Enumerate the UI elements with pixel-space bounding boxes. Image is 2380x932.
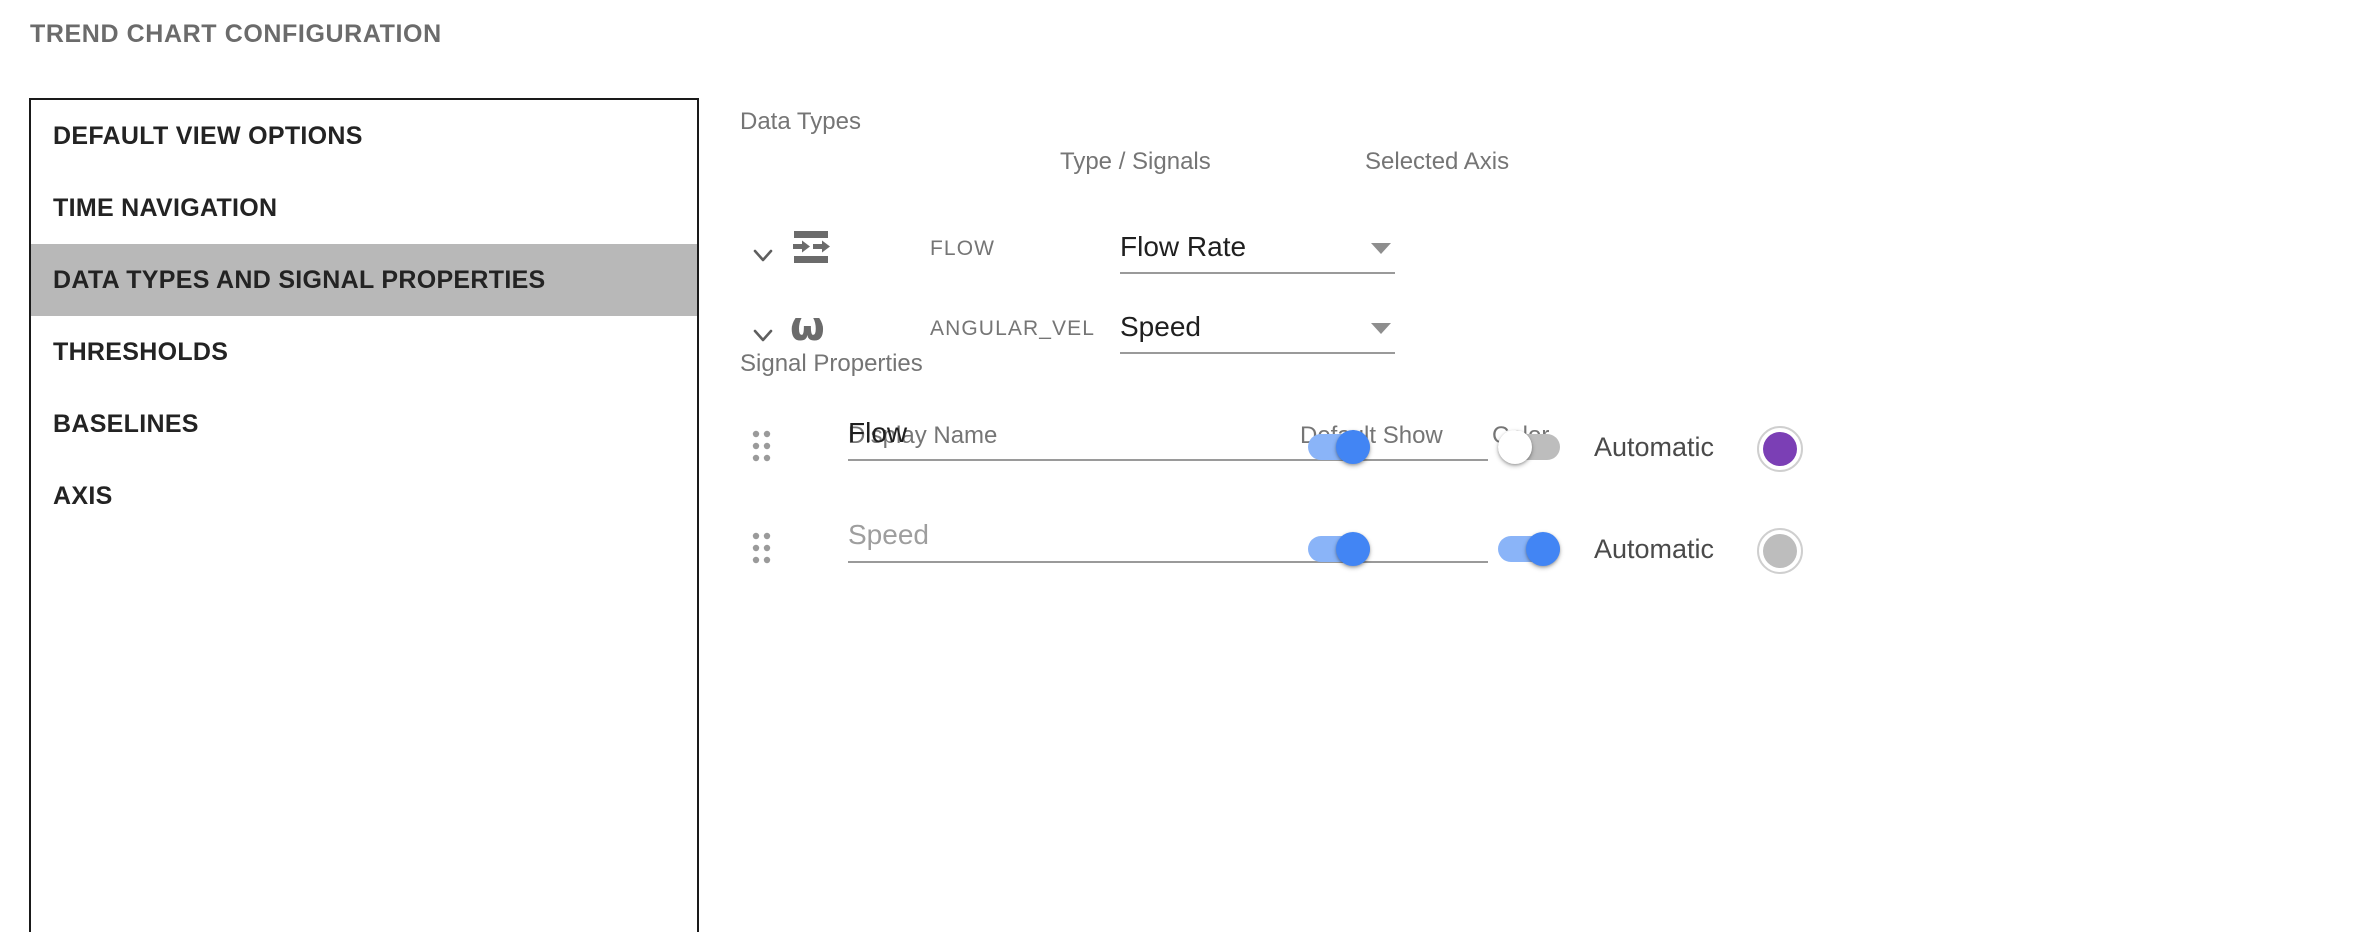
sidebar-item-label: THRESHOLDS [53, 337, 229, 366]
selected-axis-value: Flow Rate [1120, 231, 1247, 262]
default-show-toggle-speed[interactable] [1308, 532, 1370, 566]
color-swatch-speed[interactable] [1757, 528, 1803, 574]
toggle-knob [1498, 430, 1532, 464]
flow-icon [790, 226, 836, 272]
sidebar-item-time-navigation[interactable]: TIME NAVIGATION [31, 172, 697, 244]
signal-row: Flow Automatic [740, 408, 2380, 508]
selected-axis-value: Speed [1120, 311, 1201, 342]
display-name-value: Flow [848, 417, 908, 448]
sidebar-item-label: BASELINES [53, 409, 199, 438]
sidebar-item-data-types-and-signal-properties[interactable]: DATA TYPES AND SIGNAL PROPERTIES [31, 244, 697, 316]
selected-axis-select-flow[interactable]: Flow Rate [1120, 230, 1395, 274]
toggle-knob [1336, 532, 1370, 566]
chevron-down-icon [1371, 243, 1391, 254]
signal-row: Speed Automatic [740, 510, 2380, 610]
settings-content-pane: Data Types Type / Signals Selected Axis … [740, 0, 2380, 932]
data-types-section-label: Data Types [740, 108, 861, 135]
chevron-down-icon[interactable] [750, 322, 776, 348]
column-header-type-signals: Type / Signals [1060, 148, 1211, 175]
sidebar-item-label: DEFAULT VIEW OPTIONS [53, 121, 363, 150]
omega-glyph: ω [790, 304, 825, 350]
toggle-knob [1526, 532, 1560, 566]
column-header-selected-axis: Selected Axis [1365, 148, 1510, 175]
color-swatch-flow[interactable] [1757, 426, 1803, 472]
sidebar-item-label: AXIS [53, 481, 113, 510]
toggle-knob [1336, 430, 1370, 464]
sidebar-item-baselines[interactable]: BASELINES [31, 388, 697, 460]
sidebar-item-label: DATA TYPES AND SIGNAL PROPERTIES [53, 265, 546, 294]
default-show-toggle-flow[interactable] [1308, 430, 1370, 464]
color-automatic-toggle-speed[interactable] [1498, 532, 1560, 566]
color-automatic-toggle-flow[interactable] [1498, 430, 1560, 464]
display-name-input-speed[interactable]: Speed [848, 518, 1488, 563]
omega-icon: ω [790, 306, 836, 352]
sidebar-item-thresholds[interactable]: THRESHOLDS [31, 316, 697, 388]
selected-axis-select-angular-vel[interactable]: Speed [1120, 310, 1395, 354]
sidebar-item-axis[interactable]: AXIS [31, 460, 697, 532]
data-type-row: FLOW Flow Rate [740, 218, 2380, 308]
color-automatic-label: Automatic [1594, 432, 1715, 462]
signal-properties-section-label: Signal Properties [740, 350, 923, 377]
sidebar-item-label: TIME NAVIGATION [53, 193, 278, 222]
sidebar-item-default-view-options[interactable]: DEFAULT VIEW OPTIONS [31, 100, 697, 172]
chevron-down-icon [1371, 323, 1391, 334]
color-swatch-dot [1763, 534, 1797, 568]
data-type-name: ANGULAR_VEL [930, 317, 1095, 340]
data-type-name: FLOW [930, 237, 996, 260]
drag-handle-icon[interactable] [752, 430, 774, 464]
page-title: TREND CHART CONFIGURATION [30, 20, 442, 48]
data-type-row: ω ANGULAR_VEL Speed [740, 298, 2380, 388]
drag-handle-icon[interactable] [752, 532, 774, 566]
color-swatch-dot [1763, 432, 1797, 466]
settings-sidebar: DEFAULT VIEW OPTIONS TIME NAVIGATION DAT… [29, 98, 699, 932]
display-name-input-flow[interactable]: Flow [848, 416, 1488, 461]
color-automatic-label: Automatic [1594, 534, 1715, 564]
chevron-down-icon[interactable] [750, 242, 776, 268]
display-name-placeholder: Speed [848, 519, 929, 550]
